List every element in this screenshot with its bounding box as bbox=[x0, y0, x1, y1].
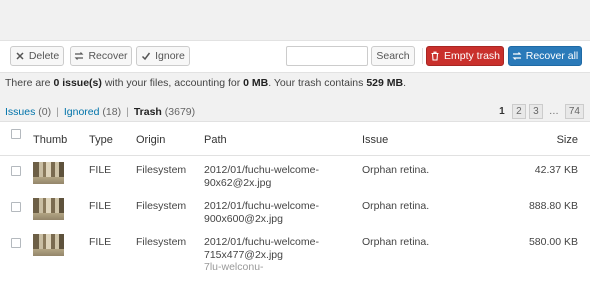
filter-ignored[interactable]: Ignored (18) bbox=[64, 106, 121, 118]
close-icon bbox=[16, 52, 24, 60]
filter-label: Issues bbox=[5, 106, 36, 118]
summary-text: There are 0 issue(s) with your files, ac… bbox=[5, 77, 406, 89]
filter-separator: | bbox=[126, 106, 129, 118]
file-size: 888.80 KB bbox=[528, 200, 578, 212]
file-type: FILE bbox=[89, 236, 112, 248]
path-line: 715x477@2x.jpg bbox=[204, 249, 283, 261]
view-filters: Issues (0) | Ignored (18) | Trash (3679) bbox=[5, 106, 195, 118]
empty-trash-button[interactable]: Empty trash bbox=[426, 46, 504, 66]
page-link[interactable]: 74 bbox=[564, 104, 584, 119]
file-path: 2012/01/fuchu-welcome- 715x477@2x.jpg bbox=[204, 236, 319, 262]
page-link[interactable]: 3 bbox=[528, 104, 543, 119]
search-button[interactable]: Search bbox=[371, 46, 415, 66]
recover-all-button[interactable]: Recover all bbox=[508, 46, 582, 66]
filter-separator: | bbox=[56, 106, 59, 118]
path-line: 90x62@2x.jpg bbox=[204, 177, 272, 189]
column-header-origin: Origin bbox=[136, 134, 166, 146]
issues-size: 0 MB bbox=[243, 77, 269, 89]
path-line: 900x600@2x.jpg bbox=[204, 213, 283, 225]
search-input[interactable] bbox=[286, 46, 368, 66]
file-size: 42.37 KB bbox=[534, 164, 578, 176]
page-link[interactable]: 2 bbox=[511, 104, 526, 119]
path-line: 2012/01/fuchu-welcome- bbox=[204, 164, 319, 176]
search-label: Search bbox=[376, 50, 410, 62]
filter-count: (0) bbox=[38, 106, 52, 118]
issues-count: 0 issue(s) bbox=[53, 77, 102, 89]
file-size: 580.00 KB bbox=[528, 236, 578, 248]
recover-all-label: Recover all bbox=[525, 50, 579, 62]
summary-part: . bbox=[403, 77, 406, 89]
file-type: FILE bbox=[89, 200, 112, 212]
summary-part: with your files, accounting for bbox=[101, 77, 244, 89]
recover-all-icon bbox=[512, 52, 522, 60]
filter-label: Trash bbox=[133, 106, 162, 118]
column-header-size: Size bbox=[556, 134, 578, 146]
column-header-type: Type bbox=[89, 134, 113, 146]
file-issue: Orphan retina. bbox=[362, 200, 430, 212]
page-ellipsis: … bbox=[548, 106, 559, 117]
file-origin: Filesystem bbox=[136, 164, 187, 176]
recover-button[interactable]: Recover bbox=[70, 46, 132, 66]
column-header-thumb: Thumb bbox=[33, 134, 68, 146]
summary-part: There are bbox=[5, 77, 54, 89]
column-header-issue: Issue bbox=[362, 134, 389, 146]
file-thumbnail bbox=[33, 198, 64, 220]
filter-issues[interactable]: Issues (0) bbox=[5, 106, 51, 118]
file-issue: Orphan retina. bbox=[362, 164, 430, 176]
file-thumbnail bbox=[33, 162, 64, 184]
file-type: FILE bbox=[89, 164, 112, 176]
page-current: 1 bbox=[499, 106, 505, 117]
ignore-button[interactable]: Ignore bbox=[136, 46, 190, 66]
delete-button[interactable]: Delete bbox=[10, 46, 64, 66]
filter-label: Ignored bbox=[63, 106, 100, 118]
filter-count: (18) bbox=[102, 106, 122, 118]
column-header-path: Path bbox=[204, 134, 227, 146]
filter-trash[interactable]: Trash (3679) bbox=[134, 106, 195, 118]
file-origin: Filesystem bbox=[136, 200, 187, 212]
file-path: 2012/01/fuchu-welcome- 900x600@2x.jpg bbox=[204, 200, 319, 226]
recover-label: Recover bbox=[88, 50, 128, 62]
empty-trash-label: Empty trash bbox=[443, 50, 501, 62]
files-table: Thumb Type Origin Path Issue Size FILE F… bbox=[0, 121, 590, 301]
checkmark-icon bbox=[142, 52, 151, 61]
toolbar-divider bbox=[422, 48, 423, 64]
ignore-label: Ignore bbox=[155, 50, 185, 62]
file-path: 2012/01/fuchu-welcome- 90x62@2x.jpg bbox=[204, 164, 319, 190]
delete-label: Delete bbox=[28, 50, 60, 62]
file-thumbnail bbox=[33, 234, 64, 256]
select-all-checkbox[interactable] bbox=[11, 129, 21, 139]
header-divider bbox=[0, 155, 590, 156]
file-origin: Filesystem bbox=[136, 236, 187, 248]
file-issue: Orphan retina. bbox=[362, 236, 430, 248]
summary-part: . Your trash contains bbox=[268, 77, 367, 89]
trash-icon bbox=[431, 51, 439, 61]
partial-row-text: 7lu-welconu- bbox=[204, 261, 264, 273]
row-checkbox[interactable] bbox=[11, 238, 21, 248]
action-toolbar: Delete Recover Ignore Search Empty trash… bbox=[0, 40, 590, 73]
recover-icon bbox=[74, 52, 84, 60]
row-checkbox[interactable] bbox=[11, 166, 21, 176]
row-checkbox[interactable] bbox=[11, 202, 21, 212]
pagination: 1 2 3 … 74 bbox=[495, 104, 584, 119]
path-line: 2012/01/fuchu-welcome- bbox=[204, 236, 319, 248]
trash-size: 529 MB bbox=[366, 77, 404, 89]
path-line: 2012/01/fuchu-welcome- bbox=[204, 200, 319, 212]
filter-count: (3679) bbox=[164, 106, 196, 118]
